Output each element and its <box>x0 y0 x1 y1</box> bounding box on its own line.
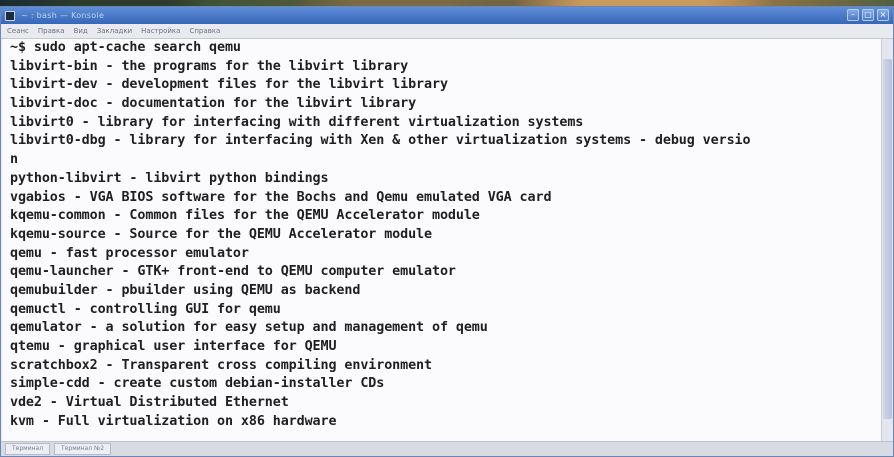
window-title: ~ : bash — Konsole <box>21 11 105 20</box>
output-line: libvirt0 - library for interfacing with … <box>10 114 584 130</box>
terminal-app-icon <box>5 10 15 21</box>
scrollbar-thumb[interactable] <box>883 59 892 419</box>
close-button[interactable]: × <box>877 9 889 21</box>
menu-settings[interactable]: Настройка <box>141 27 180 35</box>
output-line: qemuctl - controlling GUI for qemu <box>10 301 281 317</box>
command-line: ~$ sudo apt-cache search qemu <box>10 40 241 55</box>
terminal-window: ~ : bash — Konsole – □ × Сеанс Правка Ви… <box>0 6 894 457</box>
menu-view[interactable]: Вид <box>74 27 88 35</box>
output-line: kqemu-common - Common files for the QEMU… <box>10 208 480 224</box>
tab-session-1[interactable]: Терминал <box>5 443 51 455</box>
output-line: libvirt-doc - documentation for the libv… <box>10 96 417 112</box>
output-line: libvirt-bin - the programs for the libvi… <box>10 58 409 74</box>
menu-help[interactable]: Справка <box>189 27 220 35</box>
output-line: vgabios - VGA BIOS software for the Boch… <box>10 189 552 205</box>
output-line: qemu - fast processor emulator <box>10 245 249 261</box>
menu-edit[interactable]: Правка <box>38 27 65 35</box>
output-line: scratchbox2 - Transparent cross compilin… <box>10 357 432 373</box>
output-line: qemu-launcher - GTK+ front-end to QEMU c… <box>10 264 456 280</box>
menu-bookmarks[interactable]: Закладки <box>97 27 132 35</box>
title-bar[interactable]: ~ : bash — Konsole – □ × <box>1 7 893 24</box>
terminal-scrollbar[interactable] <box>881 39 893 442</box>
output-line: qtemu - graphical user interface for QEM… <box>10 339 337 354</box>
output-line: libvirt-dev - development files for the … <box>10 77 448 93</box>
output-line: n <box>10 152 18 168</box>
output-line: simple-cdd - create custom debian-instal… <box>10 376 385 392</box>
output-line: kvm - Full virtualization on x86 hardwar… <box>10 413 337 429</box>
output-line: kqemu-source - Source for the QEMU Accel… <box>10 226 432 242</box>
output-line: python-libvirt - libvirt python bindings <box>10 170 329 186</box>
maximize-button[interactable]: □ <box>862 9 874 21</box>
menu-bar: Сеанс Правка Вид Закладки Настройка Спра… <box>1 24 893 39</box>
output-line: vde2 - Virtual Distributed Ethernet <box>10 395 289 411</box>
tab-session-2[interactable]: Терминал №2 <box>54 443 112 455</box>
terminal-output[interactable]: ~$ sudo apt-cache search qemu libvirt-bi… <box>3 39 881 442</box>
menu-session[interactable]: Сеанс <box>7 27 29 35</box>
output-line: qemulator - a solution for easy setup an… <box>10 320 488 336</box>
session-tab-bar: Терминал Терминал №2 <box>1 441 893 456</box>
window-controls: – □ × <box>847 9 889 21</box>
output-line: qemubuilder - pbuilder using QEMU as bac… <box>10 282 361 298</box>
minimize-button[interactable]: – <box>847 9 859 21</box>
output-line: libvirt0-dbg - library for interfacing w… <box>10 133 751 149</box>
